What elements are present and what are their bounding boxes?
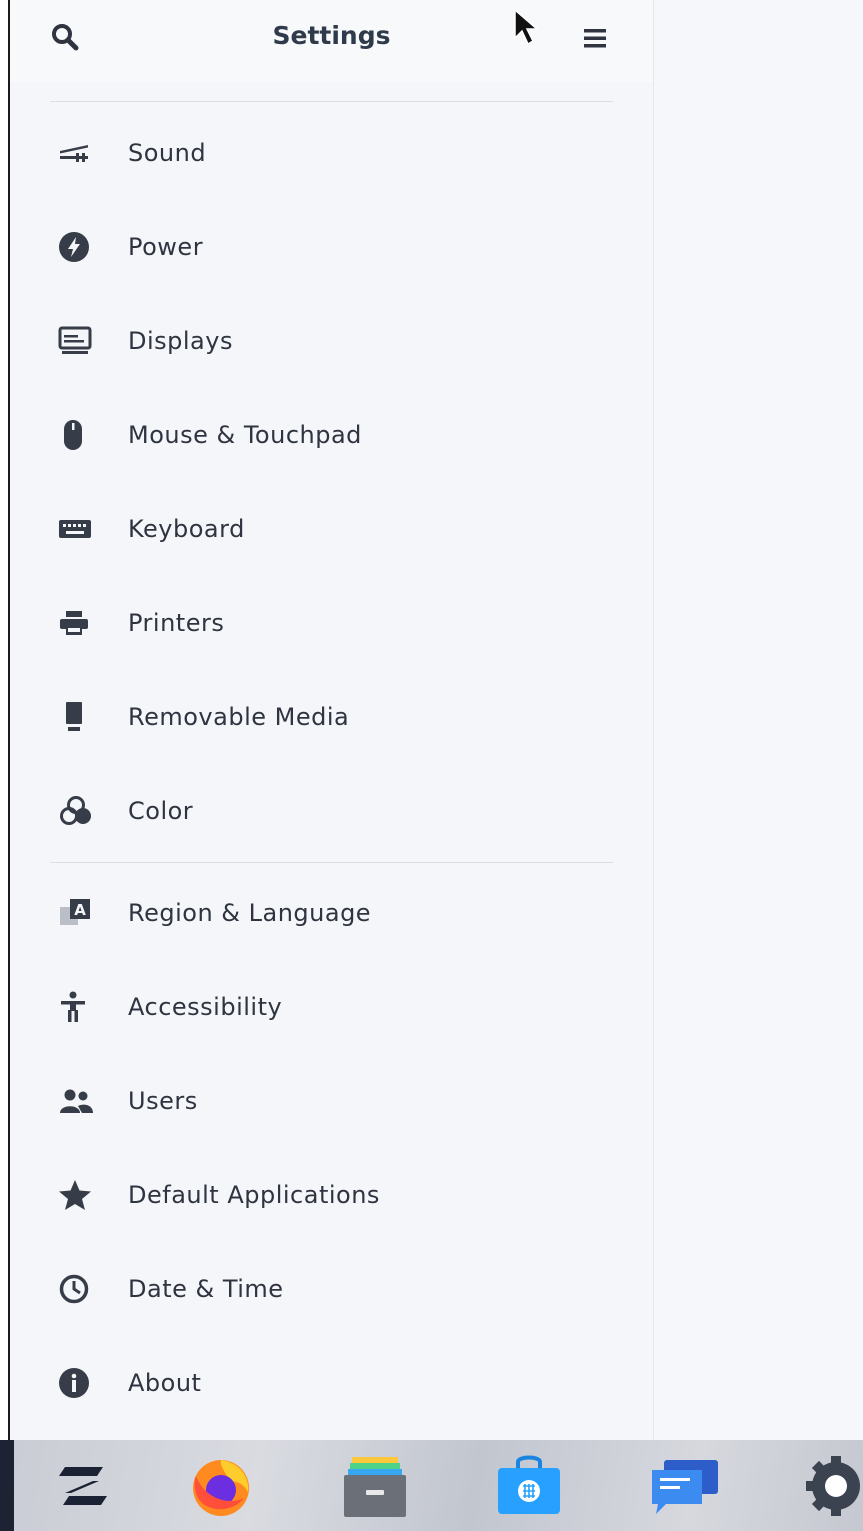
taskbar-edge (0, 1440, 14, 1531)
software-store-icon[interactable] (494, 1450, 564, 1522)
keyboard-icon (58, 512, 102, 546)
sidebar-item-label: Sound (128, 139, 207, 167)
sidebar-item-printers[interactable]: Printers (50, 588, 610, 658)
users-icon (58, 1084, 102, 1118)
divider (50, 862, 613, 863)
sidebar-item-label: Color (128, 797, 194, 825)
sidebar-item-label: Keyboard (128, 515, 245, 543)
power-icon (58, 230, 102, 264)
sidebar-item-label: Accessibility (128, 993, 283, 1021)
divider (50, 101, 613, 102)
sidebar-item-displays[interactable]: Displays (50, 306, 610, 376)
svg-text:A: A (74, 901, 86, 919)
zorin-logo-icon[interactable] (48, 1450, 118, 1522)
sidebar-header: Settings (10, 0, 653, 82)
sidebar-item-label: Power (128, 233, 204, 261)
sound-icon (58, 136, 102, 170)
sidebar-item-region-language[interactable]: A Region & Language (50, 878, 610, 948)
sidebar-item-removable-media[interactable]: Removable Media (50, 682, 610, 752)
sidebar-item-label: Printers (128, 609, 225, 637)
sidebar-item-label: About (128, 1369, 202, 1397)
chat-icon[interactable] (650, 1450, 720, 1522)
window-left-edge (0, 0, 10, 1531)
files-icon[interactable] (340, 1450, 410, 1522)
sidebar-item-label: Date & Time (128, 1275, 284, 1303)
mouse-icon (58, 418, 102, 452)
sidebar-item-label: Region & Language (128, 899, 372, 927)
sidebar-item-about[interactable]: About (50, 1348, 610, 1418)
sidebar-item-accessibility[interactable]: Accessibility (50, 972, 610, 1042)
firefox-icon[interactable] (186, 1450, 256, 1522)
sidebar-item-default-applications[interactable]: Default Applications (50, 1160, 610, 1230)
sidebar-item-label: Removable Media (128, 703, 350, 731)
gear-icon[interactable] (800, 1450, 863, 1522)
sidebar-item-sound[interactable]: Sound (50, 118, 610, 188)
sidebar-item-date-time[interactable]: Date & Time (50, 1254, 610, 1324)
sidebar-item-label: Displays (128, 327, 233, 355)
sidebar-item-color[interactable]: Color (50, 776, 610, 846)
sidebar-item-mouse-touchpad[interactable]: Mouse & Touchpad (50, 400, 610, 470)
settings-sidebar: Settings Sound Power Displays Mouse & To… (10, 0, 654, 1440)
menu-icon[interactable] (582, 26, 608, 50)
display-icon (58, 324, 102, 358)
mouse-cursor-icon (512, 8, 542, 48)
sidebar-item-power[interactable]: Power (50, 212, 610, 282)
clock-icon (58, 1272, 102, 1306)
color-icon (58, 794, 102, 828)
accessibility-icon (58, 990, 102, 1024)
region-language-icon: A (58, 896, 102, 930)
printer-icon (58, 606, 102, 640)
sidebar-item-label: Default Applications (128, 1181, 380, 1209)
taskbar (0, 1440, 863, 1531)
settings-content-panel (654, 0, 863, 1440)
sidebar-item-label: Users (128, 1087, 198, 1115)
info-icon (58, 1366, 102, 1400)
sidebar-item-label: Mouse & Touchpad (128, 421, 362, 449)
removable-media-icon (58, 700, 102, 734)
sidebar-item-users[interactable]: Users (50, 1066, 610, 1136)
sidebar-item-keyboard[interactable]: Keyboard (50, 494, 610, 564)
page-title: Settings (272, 21, 391, 50)
star-icon (58, 1178, 102, 1212)
